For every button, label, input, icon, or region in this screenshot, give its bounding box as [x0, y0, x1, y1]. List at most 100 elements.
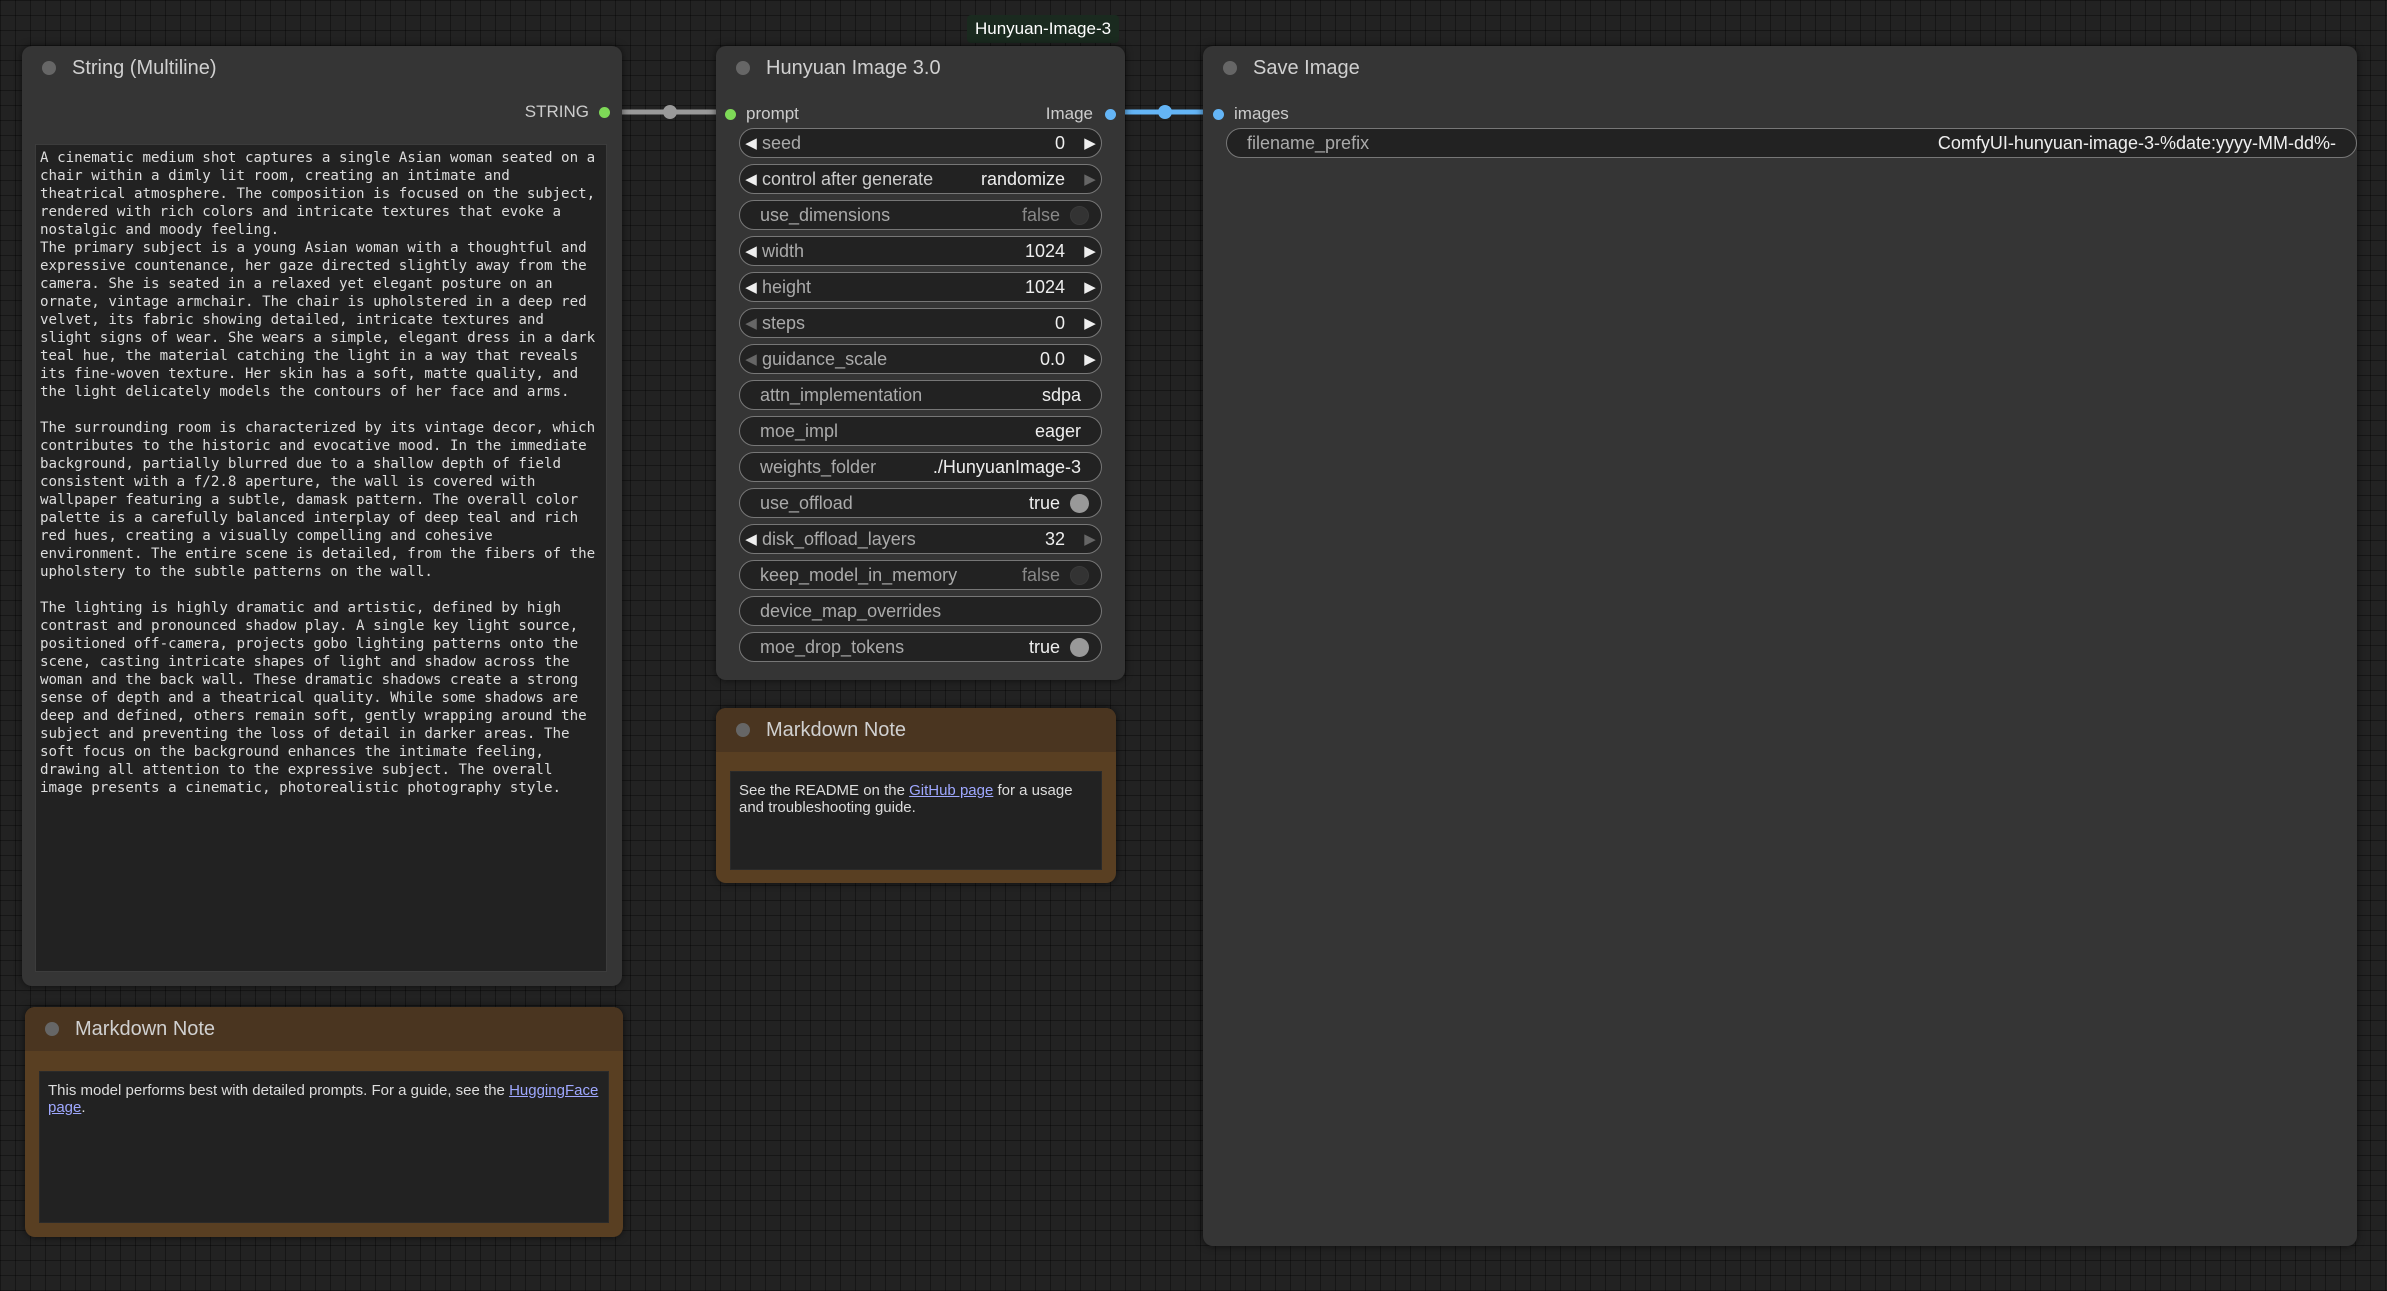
widget-filename-prefix[interactable]: filename_prefix ComfyUI-hunyuan-image-3-…	[1226, 128, 2357, 158]
node-title: Save Image	[1253, 56, 1360, 79]
widget-label: device_map_overrides	[760, 600, 942, 621]
decrement-arrow-icon[interactable]: ◀	[740, 530, 762, 548]
widget-use-dimensions[interactable]: use_dimensions false	[739, 200, 1102, 230]
decrement-arrow-icon[interactable]: ◀	[740, 134, 762, 152]
widget-height[interactable]: ◀ height 1024 ▶	[739, 272, 1102, 302]
collapse-dot-icon[interactable]	[736, 61, 750, 75]
widget-weights-folder[interactable]: weights_folder ./HunyuanImage-3	[739, 452, 1102, 482]
widget-value: false	[1021, 564, 1060, 585]
widget-label: attn_implementation	[760, 384, 923, 405]
decrement-arrow-icon[interactable]: ◀	[740, 350, 762, 368]
widget-value: ComfyUI-hunyuan-image-3-%date:yyyy-MM-dd…	[1937, 132, 2336, 153]
widget-seed[interactable]: ◀ seed 0 ▶	[739, 128, 1102, 158]
markdown-note-middle[interactable]: Markdown Note See the README on the GitH…	[716, 708, 1116, 883]
output-slot-image[interactable]: Image	[1046, 104, 1116, 124]
widget-disk-offload-layers[interactable]: ◀ disk_offload_layers 32 ▶	[739, 524, 1102, 554]
widget-guidance-scale[interactable]: ◀ guidance_scale 0.0 ▶	[739, 344, 1102, 374]
increment-arrow-icon[interactable]: ▶	[1079, 530, 1101, 548]
increment-arrow-icon[interactable]: ▶	[1079, 350, 1101, 368]
widget-label: moe_drop_tokens	[760, 636, 905, 657]
widget-moe-impl[interactable]: moe_impl eager	[739, 416, 1102, 446]
increment-arrow-icon[interactable]: ▶	[1079, 134, 1101, 152]
node-header[interactable]: Save Image	[1203, 46, 2357, 90]
note-title: Markdown Note	[766, 718, 907, 741]
widget-moe-drop-tokens[interactable]: moe_drop_tokens true	[739, 632, 1102, 662]
group-title[interactable]: Hunyuan-Image-3	[967, 15, 1120, 43]
images-slot-dot-icon[interactable]	[1213, 108, 1224, 120]
save-image-node[interactable]: Save Image images filename_prefix ComfyU…	[1203, 46, 2357, 1246]
widget-value: randomize	[980, 168, 1065, 189]
widget-label: steps	[762, 312, 806, 333]
widget-label: weights_folder	[760, 456, 877, 477]
widget-width[interactable]: ◀ width 1024 ▶	[739, 236, 1102, 266]
widget-label: moe_impl	[760, 420, 839, 441]
toggle-off-icon[interactable]	[1070, 565, 1089, 585]
widget-label: keep_model_in_memory	[760, 564, 958, 585]
output-slot-string[interactable]: STRING	[525, 102, 610, 122]
widget-value: 0	[1054, 132, 1065, 153]
note-text: This model performs best with detailed p…	[48, 1082, 510, 1099]
hunyuan-image-node[interactable]: Hunyuan Image 3.0 prompt Image ◀ seed 0 …	[716, 46, 1125, 680]
widget-label: width	[762, 240, 805, 261]
string-slot-dot-icon[interactable]	[599, 106, 610, 118]
widget-value: 1024	[1024, 240, 1065, 261]
decrement-arrow-icon[interactable]: ◀	[740, 170, 762, 188]
widget-value: ./HunyuanImage-3	[932, 456, 1081, 477]
decrement-arrow-icon[interactable]: ◀	[740, 314, 762, 332]
widget-value: true	[1028, 492, 1060, 513]
github-link[interactable]: GitHub page	[909, 782, 993, 799]
widget-label: use_offload	[760, 492, 853, 513]
widget-control-after-generate[interactable]: ◀ control after generate randomize ▶	[739, 164, 1102, 194]
input-label: images	[1234, 104, 1289, 123]
widget-label: seed	[762, 132, 802, 153]
widget-label: use_dimensions	[760, 204, 891, 225]
widget-label: control after generate	[762, 168, 934, 189]
increment-arrow-icon[interactable]: ▶	[1079, 314, 1101, 332]
widget-label: height	[762, 276, 812, 297]
collapse-dot-icon[interactable]	[736, 723, 750, 737]
node-title: String (Multiline)	[72, 56, 217, 79]
prompt-slot-dot-icon[interactable]	[725, 108, 736, 120]
decrement-arrow-icon[interactable]: ◀	[740, 278, 762, 296]
image-link-midpoint[interactable]	[1158, 105, 1172, 119]
image-slot-dot-icon[interactable]	[1105, 108, 1116, 120]
collapse-dot-icon[interactable]	[1223, 61, 1237, 75]
note-text: See the README on the	[739, 782, 910, 799]
widget-label: disk_offload_layers	[762, 528, 916, 549]
string-multiline-node[interactable]: String (Multiline) STRING A cinematic me…	[22, 46, 622, 986]
widget-use-offload[interactable]: use_offload true	[739, 488, 1102, 518]
widget-attn-implementation[interactable]: attn_implementation sdpa	[739, 380, 1102, 410]
note-content: This model performs best with detailed p…	[39, 1071, 609, 1223]
note-title: Markdown Note	[75, 1017, 216, 1040]
note-header[interactable]: Markdown Note	[25, 1007, 623, 1051]
widget-value: true	[1028, 636, 1060, 657]
widget-keep-model-in-memory[interactable]: keep_model_in_memory false	[739, 560, 1102, 590]
note-text-end: .	[81, 1099, 86, 1116]
node-header[interactable]: Hunyuan Image 3.0	[716, 46, 1125, 90]
collapse-dot-icon[interactable]	[45, 1022, 59, 1036]
widget-value: eager	[1034, 420, 1081, 441]
widget-value: 0.0	[1039, 348, 1065, 369]
collapse-dot-icon[interactable]	[42, 61, 56, 75]
toggle-on-icon[interactable]	[1070, 493, 1089, 513]
toggle-on-icon[interactable]	[1070, 637, 1089, 657]
input-slot-images[interactable]: images	[1213, 104, 1289, 124]
increment-arrow-icon[interactable]: ▶	[1079, 242, 1101, 260]
widget-value: 32	[1044, 528, 1065, 549]
widget-steps[interactable]: ◀ steps 0 ▶	[739, 308, 1102, 338]
node-header[interactable]: String (Multiline)	[22, 46, 622, 90]
increment-arrow-icon[interactable]: ▶	[1079, 170, 1101, 188]
prompt-textarea[interactable]: A cinematic medium shot captures a singl…	[35, 144, 607, 972]
input-slot-prompt[interactable]: prompt	[725, 104, 799, 124]
markdown-note-left[interactable]: Markdown Note This model performs best w…	[25, 1007, 623, 1237]
output-label: STRING	[524, 102, 589, 121]
input-label: prompt	[746, 104, 799, 123]
decrement-arrow-icon[interactable]: ◀	[740, 242, 762, 260]
string-link-midpoint[interactable]	[663, 105, 677, 119]
note-header[interactable]: Markdown Note	[716, 708, 1116, 752]
note-content: See the README on the GitHub page for a …	[730, 771, 1102, 870]
increment-arrow-icon[interactable]: ▶	[1079, 278, 1101, 296]
widget-device-map-overrides[interactable]: device_map_overrides	[739, 596, 1102, 626]
toggle-off-icon[interactable]	[1070, 205, 1089, 225]
node-title: Hunyuan Image 3.0	[766, 56, 941, 79]
